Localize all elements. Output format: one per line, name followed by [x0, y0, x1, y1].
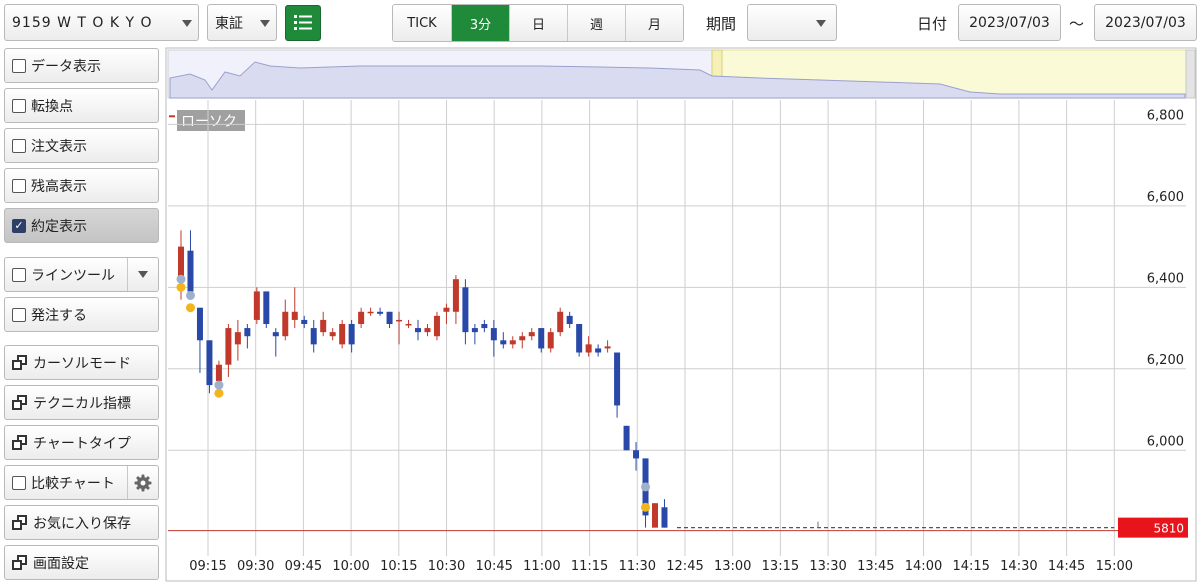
x-tick-label: 13:15 — [762, 559, 799, 574]
candle-body — [443, 307, 450, 312]
execution-marker — [641, 482, 651, 492]
candle-body — [272, 332, 279, 337]
y-tick-label: 6,600 — [1147, 190, 1184, 205]
x-tick-label: 10:30 — [428, 559, 465, 574]
candle-body — [348, 324, 355, 345]
candle-body — [509, 340, 516, 345]
candle-body — [215, 364, 222, 382]
candle-body — [291, 311, 298, 320]
execution-marker — [185, 303, 195, 313]
candle-body — [244, 328, 251, 337]
candle-body — [339, 324, 346, 345]
candle-body — [490, 328, 497, 341]
candle-body — [528, 332, 535, 337]
candle-body — [595, 348, 602, 353]
candle-body — [652, 503, 658, 528]
candle-body — [661, 507, 668, 528]
candle-body — [358, 311, 365, 324]
x-tick-label: 14:45 — [1048, 559, 1085, 574]
candle-body — [481, 324, 488, 329]
candle-body — [178, 246, 184, 280]
candle-body — [367, 311, 374, 314]
x-tick-label: 14:15 — [952, 559, 989, 574]
candle-body — [462, 287, 469, 333]
y-tick-label: 6,400 — [1147, 271, 1184, 286]
execution-marker — [185, 290, 195, 300]
candle-body — [263, 291, 270, 324]
chart-frame — [165, 47, 1197, 582]
execution-marker — [214, 380, 224, 390]
candle-body — [471, 328, 478, 333]
candle-body — [329, 332, 336, 337]
x-tick-label: 11:15 — [571, 559, 608, 574]
candle-body — [253, 291, 260, 320]
candle-body — [396, 319, 403, 322]
execution-marker — [214, 388, 224, 398]
candle-body — [424, 328, 431, 333]
x-tick-label: 12:45 — [666, 559, 703, 574]
chart-type-label: ローソク — [181, 114, 237, 130]
y-tick-label: 6,800 — [1147, 108, 1184, 123]
candle-body — [196, 307, 203, 341]
candle-body — [566, 315, 573, 324]
x-tick-label: 10:15 — [380, 559, 417, 574]
execution-marker — [176, 274, 186, 284]
candle-body — [547, 332, 554, 349]
x-tick-label: 11:00 — [523, 559, 560, 574]
candle-body — [405, 324, 412, 326]
candle-body — [500, 340, 507, 345]
y-tick-label: 6,000 — [1147, 434, 1184, 449]
x-tick-label: 13:45 — [857, 559, 894, 574]
x-tick-label: 09:15 — [189, 559, 226, 574]
candle-body — [206, 340, 213, 386]
candle-body — [415, 328, 421, 333]
candle-body — [234, 332, 241, 345]
candle-body — [187, 250, 194, 292]
x-tick-label: 13:00 — [714, 559, 751, 574]
x-tick-label: 10:00 — [332, 559, 369, 574]
candle-body — [585, 344, 592, 353]
candle-body — [377, 311, 384, 314]
candle-body — [576, 324, 583, 353]
x-tick-label: 11:30 — [619, 559, 656, 574]
candle-body — [633, 450, 640, 459]
x-tick-label: 09:45 — [285, 559, 322, 574]
candle-body — [604, 346, 611, 349]
execution-marker — [641, 502, 651, 512]
candle-body — [519, 336, 526, 341]
candle-body — [433, 315, 440, 337]
x-tick-label: 10:45 — [475, 559, 512, 574]
candle-body — [452, 279, 459, 312]
x-tick-label: 14:00 — [905, 559, 942, 574]
candle-body — [225, 328, 232, 365]
candlestick-chart[interactable]: ローソク 6,800 6,600 6,400 6,200 6,000 09:15 09:30… — [0, 0, 1200, 584]
x-tick-label: 15:00 — [1096, 559, 1133, 574]
y-tick-label: 6,200 — [1147, 353, 1184, 368]
x-tick-label: 13:30 — [809, 559, 846, 574]
candle-body — [282, 311, 289, 337]
x-tick-label: 09:30 — [237, 559, 274, 574]
candle-body — [538, 328, 545, 349]
navigator-scrollbar[interactable] — [1185, 49, 1196, 99]
candle-body — [320, 319, 327, 333]
candle-body — [386, 311, 393, 324]
x-tick-label: 14:30 — [1000, 559, 1037, 574]
candle-body — [301, 319, 308, 324]
candle-body — [310, 328, 317, 345]
current-price-label: 5810 — [1153, 522, 1184, 536]
candle-body — [557, 311, 564, 333]
execution-marker — [176, 282, 186, 292]
candle-body — [614, 352, 621, 406]
candle-body — [623, 425, 630, 451]
